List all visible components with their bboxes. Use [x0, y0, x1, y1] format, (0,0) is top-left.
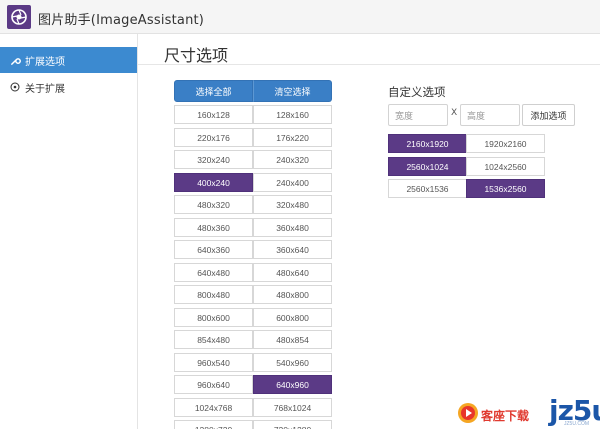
watermark-text: 客座下载 [481, 409, 530, 423]
size-option-button[interactable]: 480x320 [174, 195, 253, 214]
play-logo-icon [458, 403, 478, 423]
custom-size-option-button[interactable]: 2160x1920 [388, 134, 467, 153]
sidebar-item-label: 扩展选项 [25, 56, 65, 68]
size-option-button[interactable]: 540x960 [253, 353, 332, 372]
size-option-button[interactable]: 600x800 [253, 308, 332, 327]
size-option-button[interactable]: 480x800 [253, 285, 332, 304]
size-option-button[interactable]: 1024x768 [174, 398, 253, 417]
size-option-button[interactable]: 1280x720 [174, 420, 253, 429]
title-bar: 图片助手(ImageAssistant) [0, 0, 600, 34]
size-option-button[interactable]: 480x640 [253, 263, 332, 282]
height-input[interactable]: 高度 [460, 104, 520, 126]
size-option-button[interactable]: 854x480 [174, 330, 253, 349]
size-option-button[interactable]: 960x640 [174, 375, 253, 394]
size-option-button[interactable]: 768x1024 [253, 398, 332, 417]
times-label: X [451, 108, 458, 118]
custom-size-option-button[interactable]: 1024x2560 [466, 157, 545, 176]
size-option-button[interactable]: 240x400 [253, 173, 332, 192]
aperture-logo-icon [7, 5, 31, 29]
sidebar: 扩展选项 关于扩展 [0, 34, 138, 429]
size-option-button[interactable]: 320x240 [174, 150, 253, 169]
sidebar-item-label: 关于扩展 [25, 83, 65, 95]
custom-size-option-button[interactable]: 2560x1536 [388, 179, 467, 198]
sidebar-item-about-extension[interactable]: 关于扩展 [0, 74, 137, 100]
custom-size-option-button[interactable]: 2560x1024 [388, 157, 467, 176]
size-option-button[interactable]: 320x480 [253, 195, 332, 214]
app-title: 图片助手(ImageAssistant) [38, 13, 205, 28]
size-option-button[interactable]: 640x360 [174, 240, 253, 259]
size-option-button[interactable]: 720x1280 [253, 420, 332, 429]
size-option-button[interactable]: 220x176 [174, 128, 253, 147]
size-option-button[interactable]: 360x640 [253, 240, 332, 259]
width-input[interactable]: 宽度 [388, 104, 448, 126]
watermark: 客座下载 jz5u JZ5U.COM [453, 394, 600, 429]
custom-size-option-button[interactable]: 1920x2160 [466, 134, 545, 153]
size-option-button[interactable]: 128x160 [253, 105, 332, 124]
clear-selection-button[interactable]: 清空选择 [253, 80, 332, 102]
size-option-button[interactable]: 640x480 [174, 263, 253, 282]
size-option-button[interactable]: 800x480 [174, 285, 253, 304]
custom-options-title: 自定义选项 [388, 85, 446, 99]
select-all-button[interactable]: 选择全部 [174, 80, 253, 102]
size-option-button[interactable]: 240x320 [253, 150, 332, 169]
size-option-button[interactable]: 800x600 [174, 308, 253, 327]
page-title: 尺寸选项 [164, 46, 229, 65]
wrench-icon [9, 54, 21, 66]
watermark-logo: jz5u [549, 394, 600, 427]
watermark-sub: JZ5U.COM [564, 421, 589, 427]
size-option-button[interactable]: 480x360 [174, 218, 253, 237]
size-option-button[interactable]: 640x960 [253, 375, 332, 394]
size-option-button[interactable]: 160x128 [174, 105, 253, 124]
size-option-button[interactable]: 176x220 [253, 128, 332, 147]
size-option-button[interactable]: 400x240 [174, 173, 253, 192]
info-circle-icon [9, 81, 21, 93]
add-option-button[interactable]: 添加选项 [522, 104, 575, 126]
size-option-button[interactable]: 480x854 [253, 330, 332, 349]
size-option-button[interactable]: 360x480 [253, 218, 332, 237]
sidebar-item-extension-options[interactable]: 扩展选项 [0, 47, 137, 73]
custom-size-option-button[interactable]: 1536x2560 [466, 179, 545, 198]
divider [138, 64, 600, 65]
size-option-button[interactable]: 960x540 [174, 353, 253, 372]
